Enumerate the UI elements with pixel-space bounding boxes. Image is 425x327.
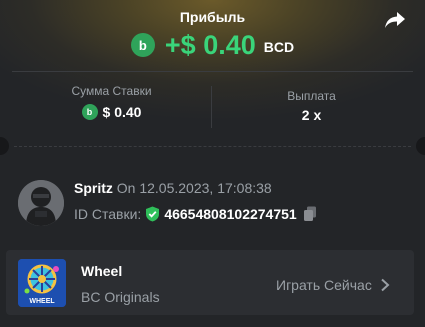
bcd-coin-icon: b [130, 33, 155, 57]
user-name[interactable]: Spritz [74, 180, 113, 196]
bet-amount-label: Сумма Ставки [71, 84, 152, 98]
profit-title: Прибыль [179, 9, 246, 25]
bet-details-card: Прибыль b +$ 0.40 BCD Сумма Ставки b $ 0… [0, 0, 425, 327]
bet-id-value: 466548081022747​51 [164, 206, 297, 222]
game-name: Wheel [81, 263, 123, 279]
bet-amount-value: $ 0.40 [102, 104, 142, 120]
profit-currency: BCD [263, 39, 295, 55]
play-now-button[interactable]: Играть Сейчас [276, 277, 392, 293]
game-provider: BC Originals [81, 289, 160, 305]
divider [12, 71, 413, 72]
play-now-label: Играть Сейчас [276, 277, 372, 293]
game-thumb-label: WHEEL [29, 298, 55, 305]
user-line: Spritz On 12.05.2023, 17:08:38 [74, 180, 272, 196]
bcd-coin-icon: b [81, 104, 98, 120]
avatar[interactable] [18, 180, 64, 226]
payout-label: Выплата [287, 89, 336, 103]
game-panel[interactable]: WHEEL Wheel BC Originals Играть Сейчас [6, 250, 414, 315]
user-avatar-icon [18, 180, 64, 226]
bet-date: On 12.05.2023, 17:08:38 [116, 180, 272, 196]
payout-value: 2 x [301, 107, 322, 123]
profit-row: b +$ 0.40 BCD [0, 28, 425, 62]
ticket-divider [14, 146, 411, 147]
ticket-notch-right [416, 137, 425, 155]
shield-check-icon [146, 206, 160, 222]
bet-id-row: ID Ставки: 466548081022747​51 [74, 206, 317, 222]
copy-icon[interactable] [303, 206, 317, 222]
chevron-right-icon [381, 278, 390, 292]
game-thumbnail[interactable]: WHEEL [18, 259, 66, 307]
wheel-game-icon: WHEEL [18, 259, 66, 307]
profit-amount: +$ 0.40 [164, 29, 256, 60]
bet-amount-value-row: b $ 0.40 [12, 103, 211, 121]
share-icon [385, 12, 405, 28]
bet-id-label: ID Ставки: [74, 206, 142, 222]
